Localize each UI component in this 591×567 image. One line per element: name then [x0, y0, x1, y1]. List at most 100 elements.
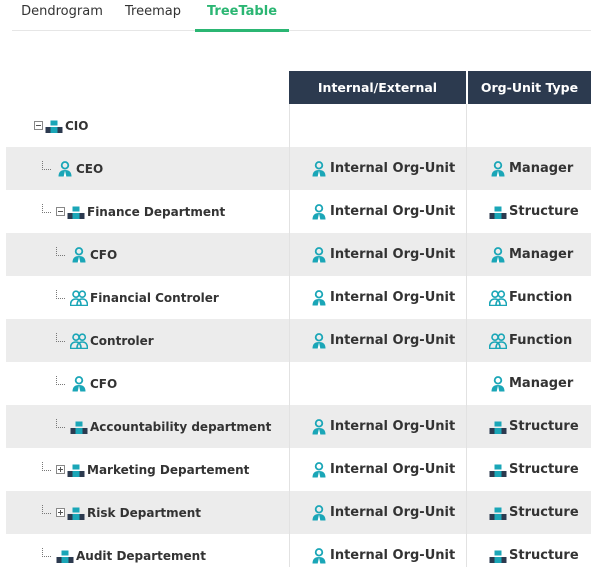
tree-node: Risk Department — [42, 491, 201, 534]
manager-icon — [56, 160, 74, 177]
tree-node: CEO — [42, 147, 103, 190]
node-label[interactable]: CEO — [76, 162, 103, 176]
manager-icon — [489, 160, 507, 177]
internal-external-cell: Internal Org-Unit — [310, 448, 455, 491]
function-icon — [69, 289, 89, 306]
tree-node: Controler — [56, 319, 154, 362]
table-row[interactable]: CFO Internal Org-Unit Manager — [6, 233, 591, 276]
table-row[interactable]: Accountability department Internal Org-Un… — [6, 405, 591, 448]
manager-icon — [310, 547, 328, 564]
internal-external-cell: Internal Org-Unit — [310, 233, 455, 276]
node-label[interactable]: CFO — [90, 377, 117, 391]
table-row[interactable]: Controler Internal Org-Unit Function — [6, 319, 591, 362]
column-divider — [466, 104, 467, 567]
org-unit-type-cell: Structure — [489, 448, 579, 491]
table-row[interactable]: CEO Internal Org-Unit Manager — [6, 147, 591, 190]
manager-icon — [489, 375, 507, 392]
manager-icon — [310, 203, 328, 220]
org-unit-type-cell: Structure — [489, 491, 579, 534]
node-label[interactable]: Controler — [90, 334, 154, 348]
table-row[interactable]: Audit Departement Internal Org-Unit Struct… — [6, 534, 591, 567]
column-divider — [289, 104, 290, 567]
tab-dendrogram[interactable]: Dendrogram — [12, 0, 112, 31]
function-icon — [69, 332, 89, 349]
manager-icon — [70, 246, 88, 263]
structure-icon — [56, 548, 74, 564]
internal-external-cell: Internal Org-Unit — [310, 276, 455, 319]
internal-external-cell: Internal Org-Unit — [310, 147, 455, 190]
org-unit-type-cell: Function — [488, 276, 573, 319]
tab-treetable[interactable]: TreeTable — [195, 0, 289, 32]
structure-icon — [489, 419, 507, 435]
internal-external-cell: Internal Org-Unit — [310, 405, 455, 448]
tab-treemap[interactable]: Treemap — [112, 0, 194, 31]
column-header-org-unit-type[interactable]: Org-Unit Type — [468, 71, 591, 104]
collapse-toggle-icon[interactable] — [56, 207, 65, 216]
org-unit-type-cell: Manager — [489, 362, 573, 405]
node-label[interactable]: Audit Departement — [76, 549, 206, 563]
tree-connector — [56, 419, 65, 428]
tree-node: Finance Department — [42, 190, 225, 233]
internal-external-value: Internal Org-Unit — [330, 419, 456, 434]
tree-connector — [42, 204, 51, 213]
node-label[interactable]: Marketing Departement — [87, 463, 249, 477]
function-icon — [488, 332, 508, 349]
manager-icon — [310, 160, 328, 177]
internal-external-value: Internal Org-Unit — [330, 247, 456, 262]
tree-connector — [42, 548, 51, 557]
table-row[interactable]: Financial Controler Internal Org-Unit Func… — [6, 276, 591, 319]
column-header-internal-external[interactable]: Internal/External — [289, 71, 466, 104]
internal-external-value: Internal Org-Unit — [330, 333, 456, 348]
structure-icon — [489, 204, 507, 220]
structure-icon — [489, 548, 507, 564]
table-row[interactable]: CFO Manager — [6, 362, 591, 405]
org-unit-type-value: Function — [509, 290, 573, 305]
tree-node: Marketing Departement — [42, 448, 249, 491]
structure-icon — [70, 419, 88, 435]
org-unit-type-value: Structure — [509, 204, 579, 219]
node-label[interactable]: Finance Department — [87, 205, 225, 219]
tree-node: Audit Departement — [42, 534, 206, 567]
org-unit-type-value: Structure — [509, 505, 579, 520]
node-label[interactable]: CIO — [65, 119, 88, 133]
tree-connector — [56, 333, 65, 342]
tree-node: CFO — [56, 362, 117, 405]
manager-icon — [489, 246, 507, 263]
tree-node: CIO — [34, 104, 88, 147]
org-unit-type-value: Manager — [509, 376, 574, 391]
internal-external-value: Internal Org-Unit — [330, 161, 456, 176]
manager-icon — [310, 332, 328, 349]
tree-connector — [56, 290, 65, 299]
expand-toggle-icon[interactable] — [56, 508, 65, 517]
table-row[interactable]: Finance Department Internal Org-Unit Struc… — [6, 190, 591, 233]
table-row[interactable]: CIO — [6, 104, 591, 147]
table-row[interactable]: Risk Department Internal Org-Unit Structur… — [6, 491, 591, 534]
internal-external-value: Internal Org-Unit — [330, 462, 456, 477]
manager-icon — [70, 375, 88, 392]
structure-icon — [67, 204, 85, 220]
collapse-toggle-icon[interactable] — [34, 121, 43, 130]
tree-node: Financial Controler — [56, 276, 219, 319]
tree-connector — [56, 247, 65, 256]
node-label[interactable]: Risk Department — [87, 506, 201, 520]
structure-icon — [67, 462, 85, 478]
org-unit-type-cell: Structure — [489, 190, 579, 233]
node-label[interactable]: CFO — [90, 248, 117, 262]
structure-icon — [67, 505, 85, 521]
internal-external-cell: Internal Org-Unit — [310, 319, 455, 362]
org-unit-type-cell: Structure — [489, 405, 579, 448]
tree-connector — [56, 376, 65, 385]
tree-connector — [42, 505, 51, 514]
node-label[interactable]: Financial Controler — [90, 291, 219, 305]
tree-connector — [42, 161, 51, 170]
node-label[interactable]: Accountability department — [90, 420, 271, 434]
internal-external-value: Internal Org-Unit — [330, 204, 456, 219]
table-row[interactable]: Marketing Departement Internal Org-Unit St… — [6, 448, 591, 491]
internal-external-cell: Internal Org-Unit — [310, 190, 455, 233]
structure-icon — [489, 505, 507, 521]
org-unit-type-value: Manager — [509, 247, 574, 262]
manager-icon — [310, 461, 328, 478]
org-unit-type-cell: Function — [488, 319, 572, 362]
org-unit-type-cell: Manager — [489, 233, 573, 276]
expand-toggle-icon[interactable] — [56, 465, 65, 474]
